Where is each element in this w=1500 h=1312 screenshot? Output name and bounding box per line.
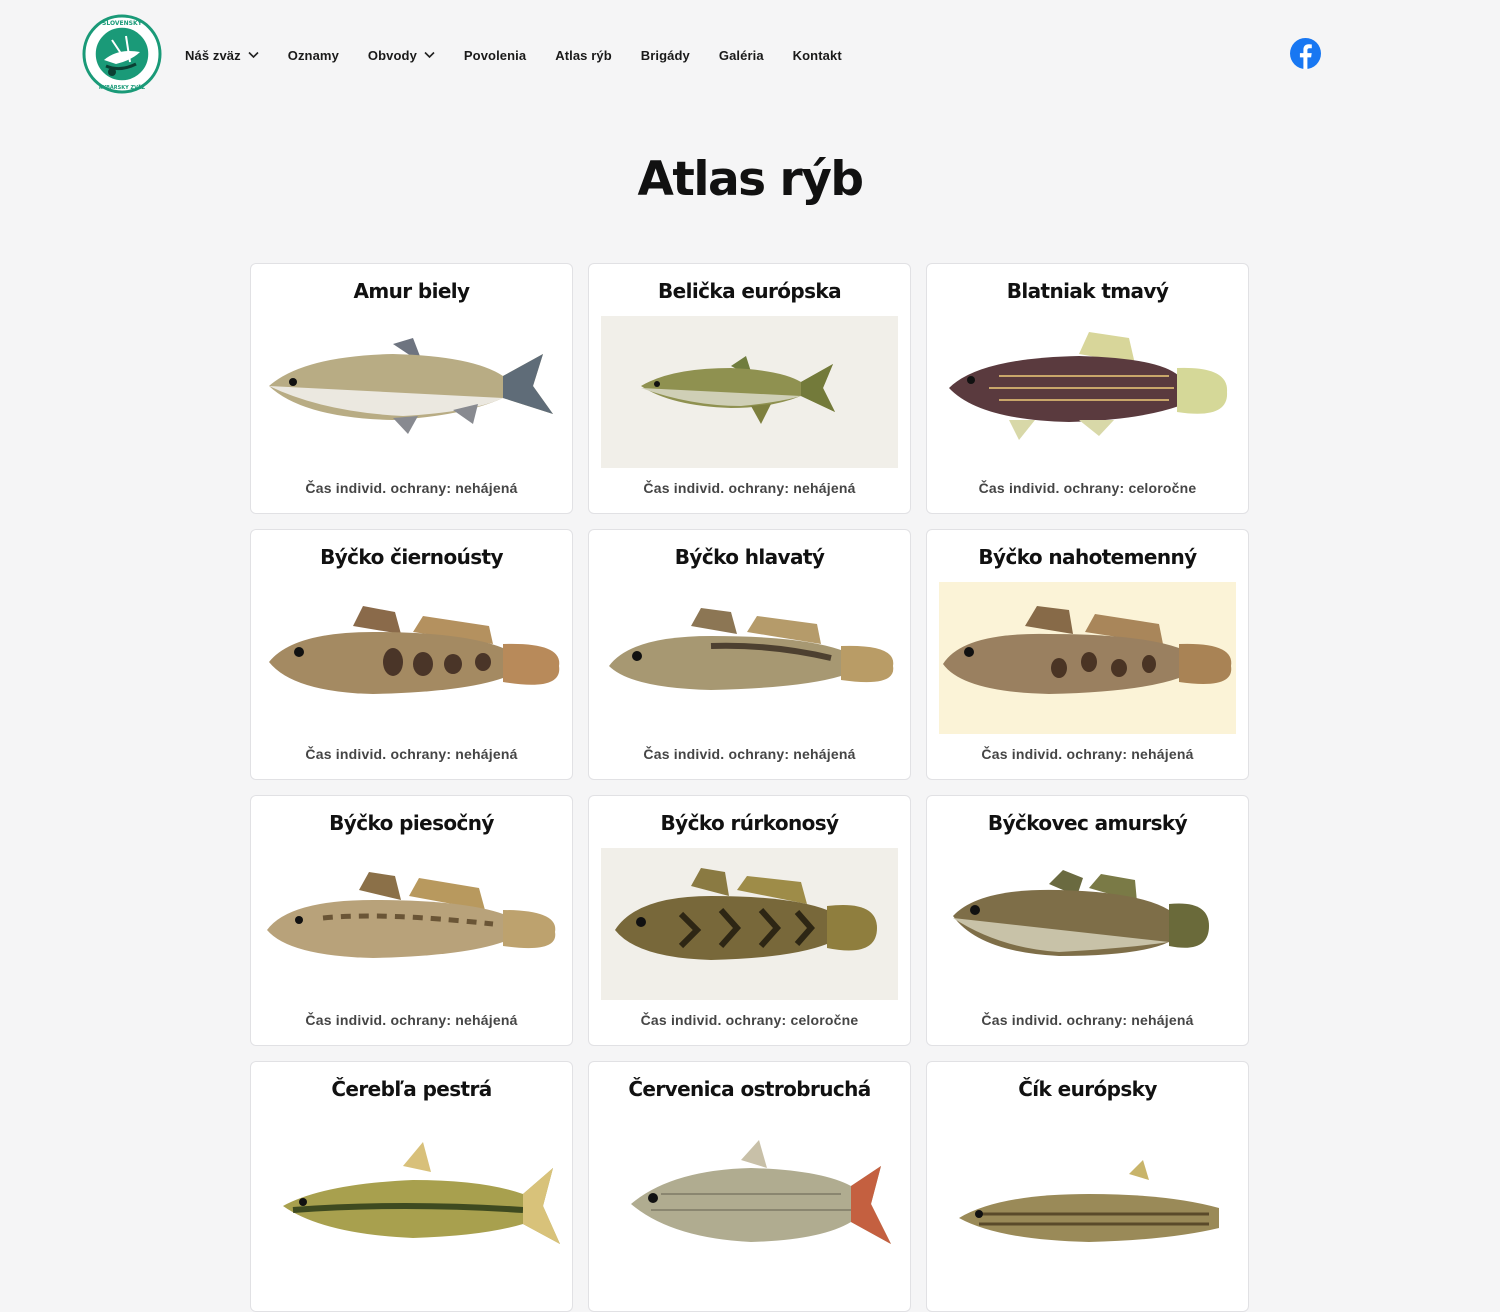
fish-card[interactable]: Belička európska Čas individ. ochrany: n… <box>588 263 911 514</box>
chevron-down-icon <box>248 51 259 59</box>
fish-card[interactable]: Býčko nahotemenný Čas individ. ochrany: … <box>926 529 1249 780</box>
fish-image <box>609 608 894 690</box>
fish-card[interactable]: Čerebľa pestrá <box>250 1061 573 1312</box>
fish-name: Belička európska <box>658 279 842 303</box>
protection-period: Čas individ. ochrany: nehájená <box>643 480 856 496</box>
fish-card[interactable]: Červenica ostrobruchá <box>588 1061 911 1312</box>
fish-image <box>601 316 898 468</box>
nav-label: Náš zväz <box>185 47 241 63</box>
svg-text:RYBÁRSKY ZVÄZ: RYBÁRSKY ZVÄZ <box>99 84 146 91</box>
nav-item-kontakt[interactable]: Kontakt <box>793 48 842 63</box>
nav-item-nas-zvaz[interactable]: Náš zväz <box>185 48 259 63</box>
nav-label: Galéria <box>718 47 764 63</box>
chevron-down-icon <box>424 51 435 59</box>
fish-card[interactable]: Čík európsky <box>926 1061 1249 1312</box>
protection-period: Čas individ. ochrany: celoročne <box>640 1012 859 1028</box>
fish-name: Býčko hlavatý <box>674 545 825 569</box>
site-header: SLOVENSKÝ RYBÁRSKY ZVÄZ Náš zväz Oznamy … <box>0 0 1500 110</box>
fish-name: Blatniak tmavý <box>1006 279 1169 303</box>
fish-image <box>959 1160 1219 1242</box>
svg-text:SLOVENSKÝ: SLOVENSKÝ <box>102 20 143 27</box>
fish-name: Čerebľa pestrá <box>331 1077 492 1101</box>
fish-name: Býčko piesočný <box>329 811 494 835</box>
protection-period: Čas individ. ochrany: nehájená <box>305 480 518 496</box>
page-title: Atlas rýb <box>637 152 864 207</box>
nav-label: Atlas rýb <box>555 47 612 63</box>
fish-image <box>939 582 1236 734</box>
protection-period: Čas individ. ochrany: nehájená <box>305 1012 518 1028</box>
nav-item-galeria[interactable]: Galéria <box>719 48 764 63</box>
fish-image <box>267 872 556 958</box>
fish-image <box>283 1142 560 1244</box>
fish-name: Červenica ostrobruchá <box>628 1077 871 1101</box>
fish-name: Čík európsky <box>1018 1077 1157 1101</box>
protection-period: Čas individ. ochrany: celoročne <box>978 480 1197 496</box>
nav-label: Oznamy <box>287 47 339 63</box>
nav-label: Kontakt <box>792 47 842 63</box>
nav-label: Obvody <box>367 47 417 63</box>
fish-image <box>269 606 560 694</box>
fish-card[interactable]: Býčko piesočný Čas individ. ochrany: neh… <box>250 795 573 1046</box>
nav-item-obvody[interactable]: Obvody <box>368 48 435 63</box>
protection-period: Čas individ. ochrany: nehájená <box>305 746 518 762</box>
nav-item-povolenia[interactable]: Povolenia <box>464 48 526 63</box>
fish-image <box>953 870 1209 956</box>
fish-name: Býčko nahotemenný <box>978 545 1197 569</box>
protection-period: Čas individ. ochrany: nehájená <box>643 746 856 762</box>
fish-card[interactable]: Býčko rúrkonosý Čas individ. ochrany: ce… <box>588 795 911 1046</box>
fish-card[interactable]: Býčkovec amurský Čas individ. ochrany: n… <box>926 795 1249 1046</box>
nav-label: Brigády <box>640 47 690 63</box>
fish-image <box>269 338 553 434</box>
main-nav: Náš zväz Oznamy Obvody Povolenia Atlas r… <box>185 44 871 66</box>
fish-name: Amur biely <box>353 279 470 303</box>
nav-label: Povolenia <box>463 47 527 63</box>
fish-name: Býčko čiernoústy <box>320 545 503 569</box>
nav-item-brigady[interactable]: Brigády <box>641 48 690 63</box>
nav-item-atlas-ryb[interactable]: Atlas rýb <box>555 48 612 63</box>
fish-card[interactable]: Býčko hlavatý Čas individ. ochrany: nehá… <box>588 529 911 780</box>
nav-item-oznamy[interactable]: Oznamy <box>288 48 339 63</box>
protection-period: Čas individ. ochrany: nehájená <box>981 746 1194 762</box>
site-logo[interactable]: SLOVENSKÝ RYBÁRSKY ZVÄZ <box>82 14 162 94</box>
fish-image <box>601 848 898 1000</box>
fish-image <box>631 1140 891 1244</box>
fish-grid: Amur biely Čas individ. ochrany: nehájen… <box>250 263 1250 1312</box>
fish-image <box>949 332 1228 440</box>
facebook-icon[interactable] <box>1290 38 1321 69</box>
fish-card[interactable]: Býčko čiernoústy Čas individ. ochrany: n… <box>250 529 573 780</box>
fish-card[interactable]: Blatniak tmavý Čas individ. ochrany: cel… <box>926 263 1249 514</box>
fish-name: Býčkovec amurský <box>987 811 1188 835</box>
protection-period: Čas individ. ochrany: nehájená <box>981 1012 1194 1028</box>
fish-name: Býčko rúrkonosý <box>660 811 840 835</box>
fish-card[interactable]: Amur biely Čas individ. ochrany: nehájen… <box>250 263 573 514</box>
